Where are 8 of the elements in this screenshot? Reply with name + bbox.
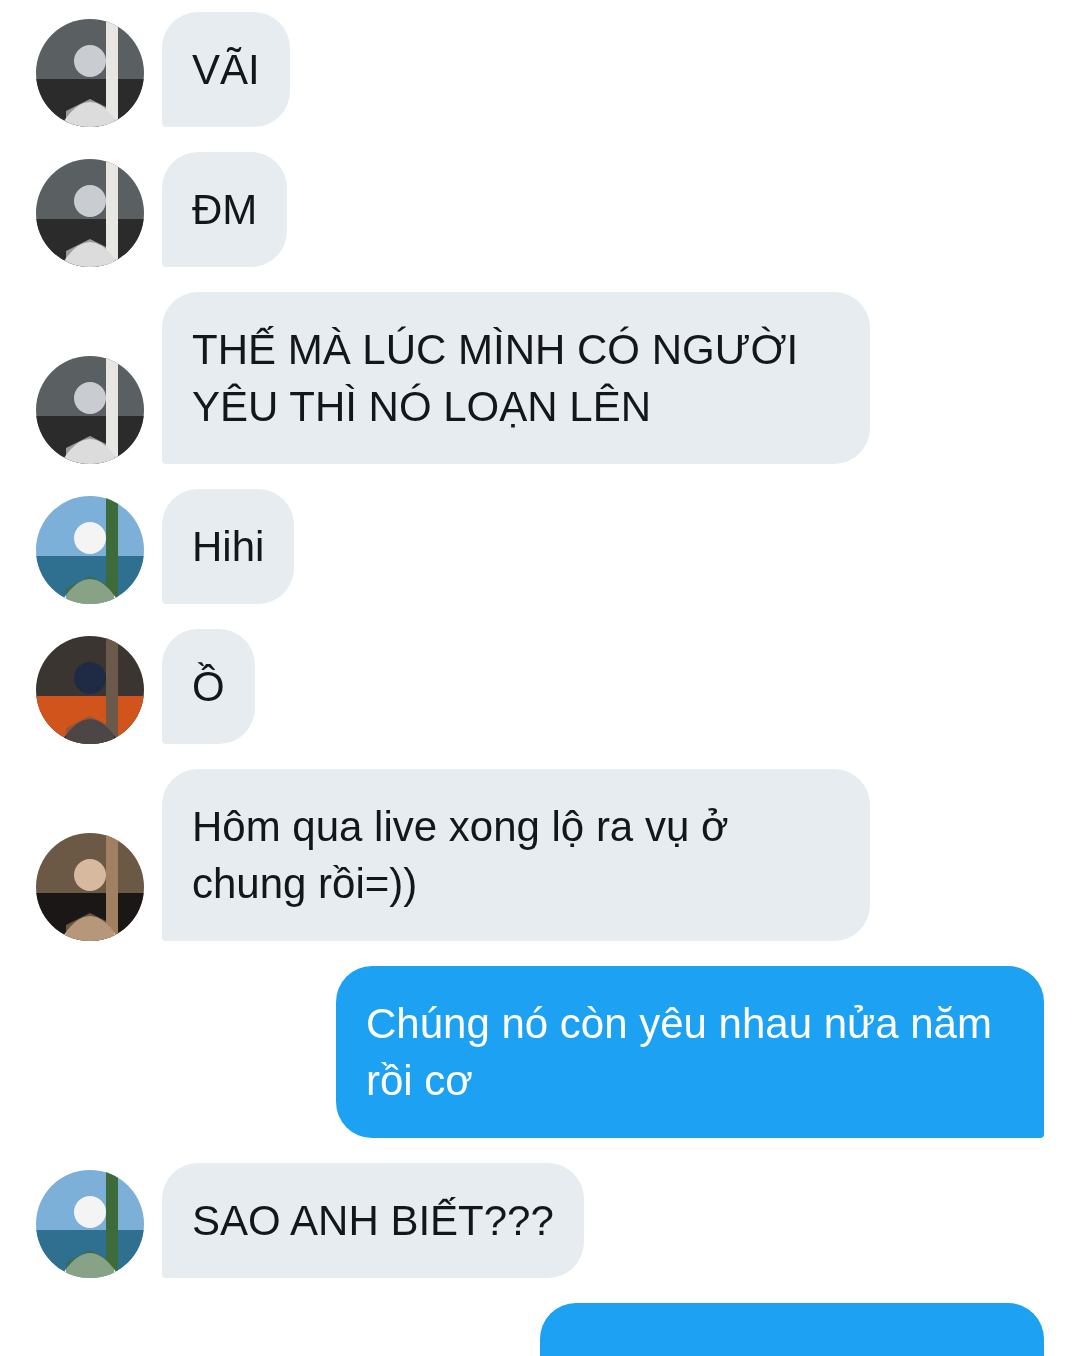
message-bubble: Hihi [162, 489, 295, 604]
message-bubble: THẾ MÀ LÚC MÌNH CÓ NGƯỜI YÊU THÌ NÓ LOẠN LÊN [162, 292, 870, 464]
message-bubble: Ồ [162, 629, 255, 744]
message-bubble: Chúng nó còn yêu nhau nửa năm rồi cơ [336, 966, 1044, 1138]
message-bubble: Hôm qua live xong lộ ra vụ ở chung rồi=)) [162, 769, 870, 941]
message-bubble: VÃI [162, 12, 290, 127]
message-bubble: SAO ANH BIẾT??? [162, 1163, 584, 1278]
message-bubble: ĐM [162, 152, 288, 267]
